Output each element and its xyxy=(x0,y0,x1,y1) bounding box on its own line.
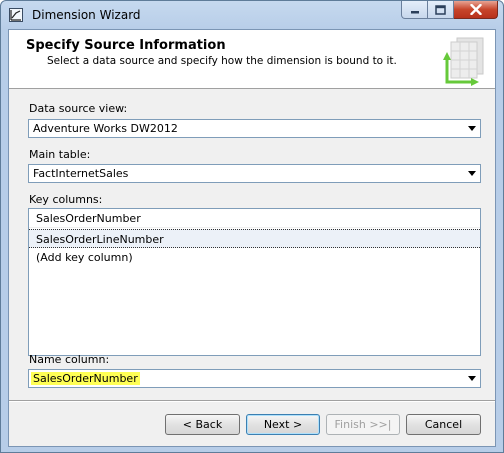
wizard-icon xyxy=(9,8,23,22)
finish-button[interactable]: Finish >>| xyxy=(326,414,400,435)
close-icon xyxy=(469,4,482,15)
cancel-button[interactable]: Cancel xyxy=(406,414,481,435)
add-key-column-row[interactable]: (Add key column) xyxy=(29,248,480,267)
wizard-page: Specify Source Information Select a data… xyxy=(8,29,496,447)
key-column-cell: SalesOrderLineNumber xyxy=(36,233,164,246)
data-source-view-dropdown[interactable]: Adventure Works DW2012 xyxy=(28,119,481,138)
chevron-down-icon[interactable] xyxy=(466,372,478,385)
footer-divider xyxy=(9,400,495,402)
wizard-header: Specify Source Information Select a data… xyxy=(9,30,495,89)
main-table-dropdown[interactable]: FactInternetSales xyxy=(28,164,481,183)
dimension-wizard-window: Dimension Wizard Specify Source Informat… xyxy=(0,0,504,453)
back-button[interactable]: < Back xyxy=(165,414,240,435)
key-columns-grid[interactable]: SalesOrderNumber SalesOrderLineNumber (A… xyxy=(28,208,481,356)
main-table-label: Main table: xyxy=(29,148,91,161)
minimize-icon xyxy=(410,10,419,13)
close-button[interactable] xyxy=(454,1,498,19)
key-column-cell: SalesOrderNumber xyxy=(36,212,141,225)
chevron-down-icon[interactable] xyxy=(466,122,478,135)
name-column-label: Name column: xyxy=(29,353,110,366)
name-column-value: SalesOrderNumber xyxy=(31,372,140,385)
key-columns-label: Key columns: xyxy=(29,193,103,206)
key-column-row-selected[interactable]: SalesOrderLineNumber xyxy=(29,229,480,248)
maximize-button[interactable] xyxy=(428,1,454,19)
name-column-dropdown[interactable]: SalesOrderNumber xyxy=(28,369,481,388)
caption-buttons xyxy=(401,1,498,21)
chevron-down-icon[interactable] xyxy=(466,167,478,180)
dimension-cube-icon xyxy=(443,36,487,86)
window-title: Dimension Wizard xyxy=(32,8,141,22)
add-key-column-cell: (Add key column) xyxy=(36,251,133,264)
maximize-icon xyxy=(435,4,446,15)
next-button[interactable]: Next > xyxy=(246,414,320,435)
key-column-row[interactable]: SalesOrderNumber xyxy=(29,209,480,228)
data-source-view-label: Data source view: xyxy=(29,102,128,115)
title-bar[interactable]: Dimension Wizard xyxy=(1,1,503,29)
data-source-view-value: Adventure Works DW2012 xyxy=(33,122,178,135)
page-title: Specify Source Information xyxy=(26,38,226,53)
page-subtitle: Select a data source and specify how the… xyxy=(47,55,397,67)
minimize-button[interactable] xyxy=(401,1,428,19)
main-table-value: FactInternetSales xyxy=(33,167,129,180)
